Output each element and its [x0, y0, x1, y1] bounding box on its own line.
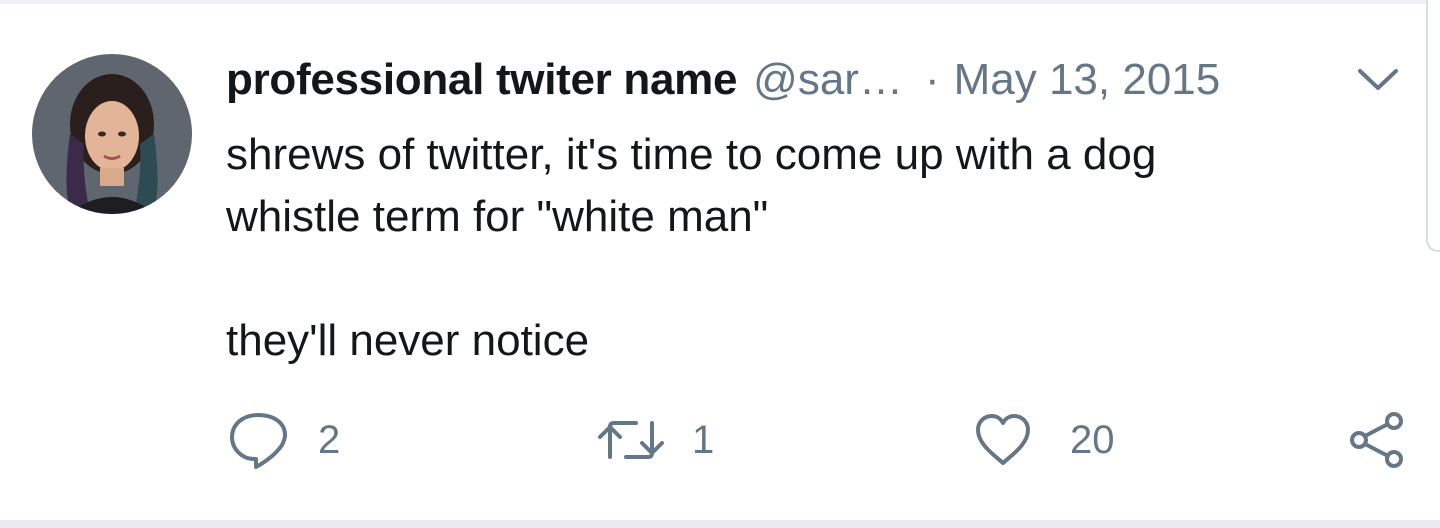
heart-icon[interactable] [972, 411, 1034, 469]
speech-bubble-icon[interactable] [228, 409, 288, 471]
retweet-button[interactable]: 1 [596, 408, 714, 472]
chevron-down-icon[interactable] [1352, 62, 1404, 96]
tweet-text: shrews of twitter, it's time to come up … [226, 124, 1376, 372]
retweet-arrows-icon[interactable] [596, 415, 666, 465]
tweet-text-line: they'll never notice [226, 316, 590, 365]
reply-count: 2 [318, 417, 341, 462]
like-count: 20 [1070, 417, 1115, 462]
share-button[interactable] [1346, 408, 1408, 472]
tweet-text-line: whistle term for "white man" [226, 192, 769, 241]
tweet-header: professional twiter name @sar… · May 13,… [226, 52, 1220, 108]
bottom-divider [0, 520, 1440, 528]
user-handle[interactable]: @sar… [753, 55, 903, 105]
share-nodes-icon[interactable] [1346, 409, 1408, 471]
tweet-actions: 2 1 20 [0, 408, 1440, 472]
reply-button[interactable]: 2 [228, 408, 340, 472]
header-separator: · [924, 55, 940, 104]
scroll-edge [1426, 0, 1440, 252]
display-name[interactable]: professional twiter name [226, 55, 737, 105]
tweet-text-line: shrews of twitter, it's time to come up … [226, 130, 1157, 179]
tweet-date[interactable]: May 13, 2015 [954, 55, 1221, 105]
like-button[interactable]: 20 [972, 408, 1115, 472]
avatar[interactable] [32, 54, 192, 214]
retweet-count: 1 [692, 417, 715, 462]
top-divider [0, 0, 1440, 4]
